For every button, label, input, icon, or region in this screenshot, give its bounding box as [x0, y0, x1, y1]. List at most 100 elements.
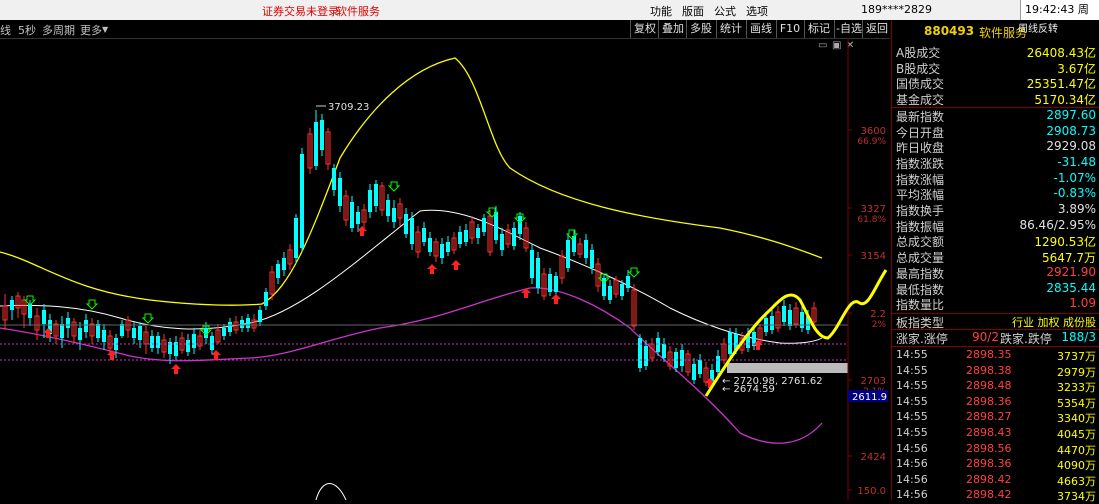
tick-time: 14:55	[896, 347, 928, 361]
candle-down	[350, 202, 354, 228]
tick-row[interactable]: 14:56 2898.56 4470万	[892, 442, 1099, 457]
candle-down	[530, 250, 534, 278]
breadth-down-label: 跌家.跌停	[1000, 331, 1052, 346]
tick-price: 2898.36	[966, 457, 1012, 471]
period-5s[interactable]: 5秒	[18, 22, 36, 38]
stat-label: 今日开盘	[896, 125, 945, 140]
sell-signal-icon	[627, 267, 641, 278]
candle-down	[644, 346, 648, 366]
tick-price: 2898.43	[966, 425, 1012, 439]
login-warning[interactable]: 证券交易未登录	[262, 3, 339, 19]
candle-down	[392, 208, 396, 222]
stat-value: 2835.44	[1046, 280, 1096, 295]
candle-down	[186, 340, 190, 352]
tick-time: 14:56	[896, 472, 928, 486]
stat-value: 86.46/2.95%	[1019, 217, 1096, 232]
candle-down	[368, 190, 372, 212]
candle-down	[662, 344, 666, 358]
stat-label: 指数换手	[896, 204, 945, 218]
buy-signal-icon	[451, 260, 461, 270]
menu-options[interactable]: 选项	[746, 3, 768, 19]
candle-down	[608, 286, 612, 300]
candle-down	[132, 328, 136, 338]
tick-row[interactable]: 14:55 2898.38 2979万	[892, 364, 1099, 379]
candle-down	[788, 310, 792, 326]
candle-down	[590, 250, 594, 268]
tick-volume: 5354万	[1057, 396, 1096, 410]
menu-layout[interactable]: 版面	[682, 3, 704, 19]
candle-down	[554, 276, 558, 292]
restore-rights-button[interactable]: 复权	[630, 20, 659, 38]
tick-price: 2898.36	[966, 394, 1012, 408]
tick-row[interactable]: 14:56 2898.36 4090万	[892, 457, 1099, 472]
draw-line-button[interactable]: 画线	[746, 20, 775, 38]
candle-down	[482, 218, 486, 232]
back-button[interactable]: 返回	[862, 20, 891, 38]
tick-row[interactable]: 14:55 2898.27 3340万	[892, 410, 1099, 425]
axis-price-label: 2424	[861, 452, 886, 463]
software-service-link[interactable]: 软件服务	[336, 3, 380, 19]
stat-value: 3.67亿	[1057, 61, 1096, 76]
tick-row[interactable]: 14:55 2898.35 3737万	[892, 348, 1099, 363]
candle-down	[228, 322, 232, 332]
tick-row[interactable]: 14:55 2898.43 4045万	[892, 426, 1099, 441]
board-type-value[interactable]: 行业 加权 成份股	[1012, 314, 1096, 330]
divider	[892, 345, 1099, 347]
menu-function[interactable]: 功能	[650, 3, 672, 19]
stat-label: 最新指数	[896, 109, 945, 124]
candle-down	[10, 300, 14, 310]
tick-row[interactable]: 14:55 2898.36 5354万	[892, 395, 1099, 410]
candle-down	[512, 228, 516, 246]
breadth: 涨家.涨停 90/2 跌家.跌停 188/3	[892, 329, 1099, 346]
candle-down	[656, 338, 660, 352]
statistics-button[interactable]: 统计	[716, 20, 745, 38]
tick-row[interactable]: 14:56 2898.42 3734万	[892, 488, 1099, 503]
menu-formula[interactable]: 公式	[714, 3, 736, 19]
more-arrow-icon[interactable]: ▼	[102, 25, 108, 34]
multi-stock-button[interactable]: 多股	[686, 20, 715, 38]
account-id[interactable]: 189****2829	[861, 3, 932, 16]
candle-down	[314, 122, 318, 166]
watchlist-button[interactable]: -自选	[834, 20, 863, 38]
tick-time: 14:55	[896, 379, 928, 393]
candle-down	[294, 218, 298, 258]
candle-down	[66, 318, 70, 328]
tick-price: 2898.42	[966, 488, 1012, 502]
reversal-tag[interactable]: 周线反转	[1018, 20, 1058, 35]
candle-down	[60, 324, 64, 338]
candle-down	[210, 336, 214, 350]
candle-down	[338, 178, 342, 206]
stat-row: 指数涨幅 -1.07%	[892, 171, 1099, 187]
candle-down	[446, 242, 450, 252]
stat-label: 国债成交	[896, 77, 945, 92]
mark-button[interactable]: 标记	[804, 20, 833, 38]
buy-signal-icon	[427, 264, 437, 274]
tick-volume: 2979万	[1057, 365, 1096, 379]
stat-label: 指数涨幅	[896, 172, 945, 187]
stat-value: 1290.53亿	[1034, 235, 1096, 250]
period-line[interactable]: 线	[0, 22, 11, 38]
stat-label: 指数量比	[896, 298, 945, 313]
highlight-bar	[727, 363, 848, 373]
more-menu[interactable]: 更多	[80, 22, 102, 38]
candle-down	[584, 240, 588, 258]
indicator-curve	[315, 483, 347, 500]
kline-chart[interactable]: 360066.9%332761.8%31542.22%27032.1%24241…	[0, 38, 890, 500]
f10-button[interactable]: F10	[776, 20, 803, 38]
candle-down	[222, 328, 226, 336]
stat-value: 2929.08	[1046, 139, 1096, 154]
sell-signal-icon	[387, 181, 401, 192]
stat-label: 最低指数	[896, 282, 945, 297]
tick-row[interactable]: 14:56 2898.42 4663万	[892, 473, 1099, 488]
tick-row[interactable]: 14:55 2898.48 3233万	[892, 379, 1099, 394]
candle-down	[440, 244, 444, 258]
overlay-button[interactable]: 叠加	[658, 20, 687, 38]
candle-down	[240, 320, 244, 328]
tick-price: 2898.48	[966, 379, 1012, 393]
tick-time: 14:55	[896, 425, 928, 439]
candle-down	[386, 200, 390, 216]
breadth-up-value: 90/2	[972, 329, 999, 344]
multi-period[interactable]: 多周期	[42, 22, 75, 38]
stat-row: 今日开盘 2908.73	[892, 124, 1099, 140]
candle-down	[464, 230, 468, 242]
